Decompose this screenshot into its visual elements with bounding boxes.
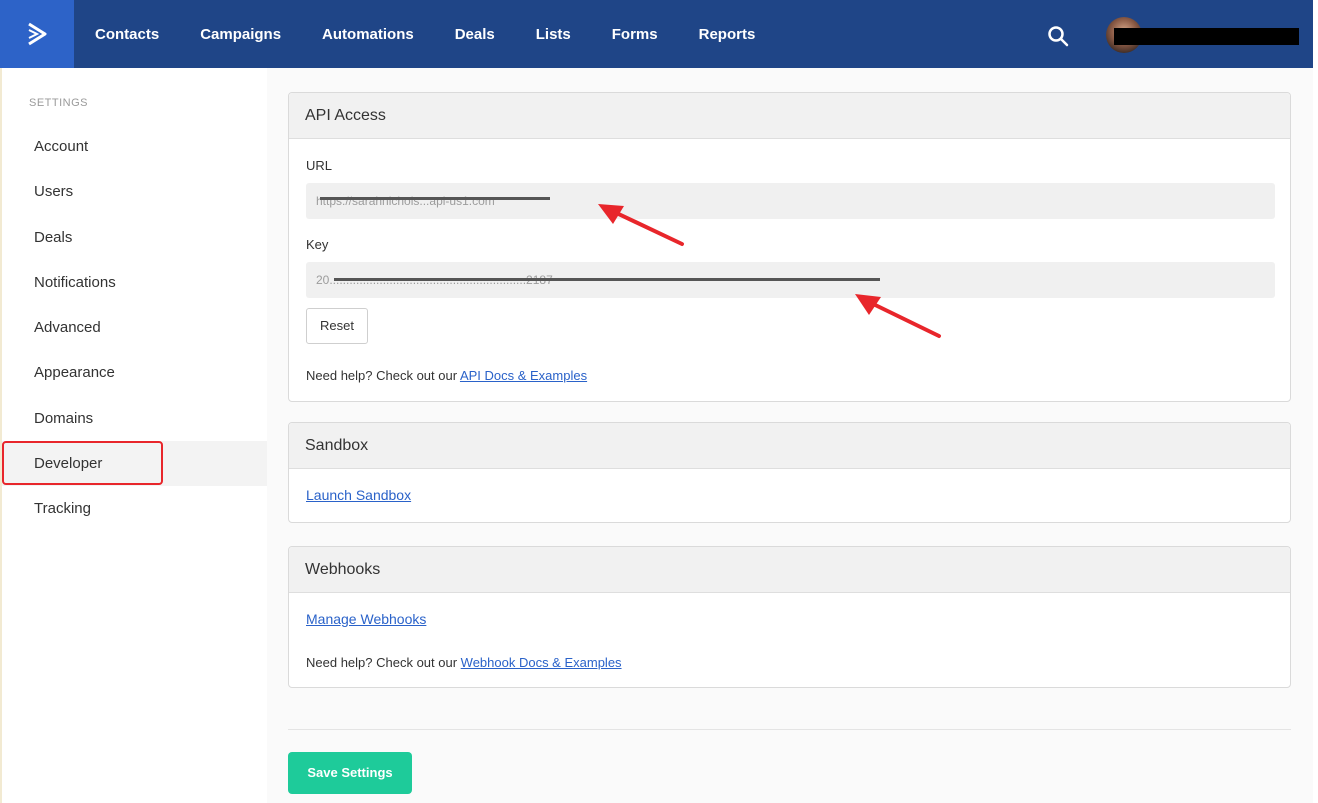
annotation-arrow-icon (598, 204, 684, 246)
api-docs-link[interactable]: API Docs & Examples (460, 368, 587, 383)
sidebar-item-tracking[interactable]: Tracking (2, 486, 269, 531)
webhooks-title: Webhooks (289, 547, 1290, 593)
highlight-box (2, 441, 163, 485)
sidebar-item-deals[interactable]: Deals (2, 215, 269, 260)
main-content: API Access URL https://sarahnichols...ap… (267, 68, 1313, 803)
launch-sandbox-link[interactable]: Launch Sandbox (306, 487, 411, 503)
nav-forms[interactable]: Forms (612, 26, 658, 43)
key-label: Key (306, 237, 329, 252)
api-help-prefix: Need help? Check out our (306, 368, 460, 383)
sidebar-heading: SETTINGS (29, 97, 89, 109)
url-redaction-line (320, 197, 550, 200)
sidebar-item-domains[interactable]: Domains (2, 396, 269, 441)
sidebar-item-notifications[interactable]: Notifications (2, 260, 269, 305)
webhooks-help-text: Need help? Check out our Webhook Docs & … (306, 655, 622, 670)
sidebar-item-advanced[interactable]: Advanced (2, 305, 269, 350)
chevron-right-logo-icon (28, 22, 47, 46)
manage-webhooks-link[interactable]: Manage Webhooks (306, 611, 426, 627)
nav-deals[interactable]: Deals (455, 26, 495, 43)
top-nav-bar: Contacts Campaigns Automations Deals Lis… (0, 0, 1313, 68)
webhooks-help-prefix: Need help? Check out our (306, 655, 461, 670)
sandbox-panel: Sandbox Launch Sandbox (288, 422, 1291, 523)
reset-button[interactable]: Reset (306, 308, 368, 344)
url-field[interactable]: https://sarahnichols...api-us1.com (306, 183, 1275, 219)
api-access-title: API Access (289, 93, 1290, 139)
webhooks-panel: Webhooks Manage Webhooks Need help? Chec… (288, 546, 1291, 688)
nav-campaigns[interactable]: Campaigns (200, 26, 281, 43)
webhook-docs-link[interactable]: Webhook Docs & Examples (461, 655, 622, 670)
sandbox-title: Sandbox (289, 423, 1290, 469)
nav-automations[interactable]: Automations (322, 26, 414, 43)
app-logo[interactable] (0, 0, 74, 68)
url-label: URL (306, 158, 333, 173)
api-access-panel: API Access URL https://sarahnichols...ap… (288, 92, 1291, 402)
sidebar-item-account[interactable]: Account (2, 124, 269, 169)
api-help-text: Need help? Check out our API Docs & Exam… (306, 368, 587, 383)
sidebar-item-appearance[interactable]: Appearance (2, 350, 269, 395)
nav-contacts[interactable]: Contacts (95, 26, 159, 43)
save-settings-button[interactable]: Save Settings (288, 752, 412, 794)
window-edge (1313, 0, 1318, 803)
sidebar-item-users[interactable]: Users (2, 169, 269, 214)
main-nav: Contacts Campaigns Automations Deals Lis… (74, 0, 775, 68)
footer-divider (288, 729, 1291, 730)
webhooks-link-row: Manage Webhooks (306, 611, 426, 627)
search-icon[interactable] (1047, 25, 1069, 47)
key-redaction-line (334, 278, 880, 281)
settings-sidebar: SETTINGS Account Users Deals Notificatio… (0, 68, 269, 803)
redacted-username (1114, 28, 1299, 45)
annotation-arrow-icon (855, 294, 941, 338)
nav-lists[interactable]: Lists (536, 26, 571, 43)
nav-reports[interactable]: Reports (699, 26, 756, 43)
sandbox-link-row: Launch Sandbox (306, 487, 411, 503)
